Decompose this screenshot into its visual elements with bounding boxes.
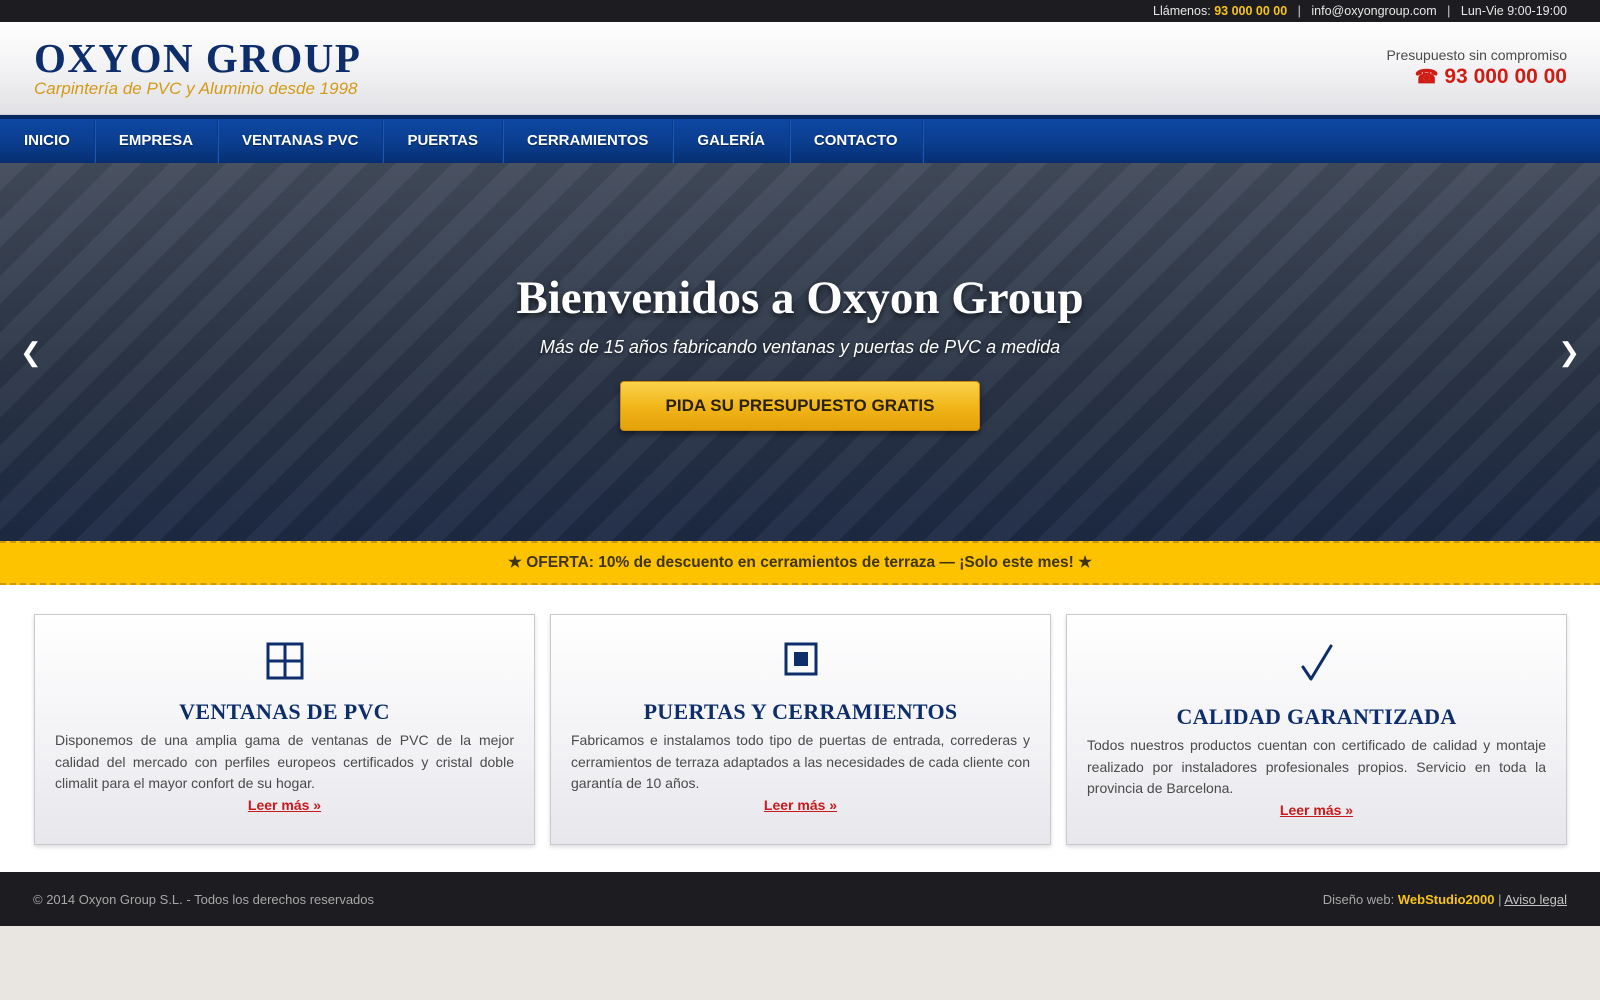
card-text: Todos nuestros productos cuentan con cer… [1087, 737, 1546, 796]
logo-title[interactable]: OXYON GROUP [34, 38, 361, 79]
feature-card-ventanas: VENTANAS DE PVC Disponemos de una amplia… [34, 614, 535, 845]
site-footer: © 2014 Oxyon Group S.L. - Todos los dere… [0, 872, 1600, 926]
top-info-content: Llámenos: 93 000 00 00 | info@oxyongroup… [1153, 4, 1567, 18]
hero-subtitle: Más de 15 años fabricando ventanas y pue… [539, 337, 1061, 357]
design-label: Diseño web: [1322, 892, 1395, 907]
read-more-link[interactable]: Leer más » [551, 797, 1050, 813]
check-icon [1067, 643, 1566, 688]
footer-separator: | [1498, 892, 1502, 907]
top-info-bar: Llámenos: 93 000 00 00 | info@oxyongroup… [0, 0, 1600, 22]
main-nav: INICIO EMPRESA VENTANAS PVC PUERTAS CERR… [0, 115, 1600, 163]
feature-card-puertas: PUERTAS Y CERRAMIENTOS Fabricamos e inst… [550, 614, 1051, 845]
hero-title: Bienvenidos a Oxyon Group [516, 272, 1084, 324]
nav-item-contacto[interactable]: CONTACTO [790, 119, 923, 163]
nav-item-empresa[interactable]: EMPRESA [95, 119, 219, 163]
logo-subtitle: Carpintería de PVC y Aluminio desde 1998 [34, 79, 358, 98]
nav-item-cerramientos[interactable]: CERRAMIENTOS [503, 119, 674, 163]
feature-card-calidad: CALIDAD GARANTIZADA Todos nuestros produ… [1066, 614, 1567, 845]
call-label: Llámenos: [1153, 4, 1211, 18]
free-quote-button[interactable]: PIDA SU PRESUPUESTO GRATIS [620, 381, 980, 431]
nav-item-galeria[interactable]: GALERÍA [673, 119, 790, 163]
card-title: VENTANAS DE PVC [179, 699, 390, 724]
separator: | [1447, 4, 1451, 18]
offer-banner: ★ OFERTA: 10% de descuento en cerramient… [0, 541, 1600, 585]
copyright: © 2014 Oxyon Group S.L. - Todos los dere… [33, 892, 375, 907]
top-email-link[interactable]: info@oxyongroup.com [1311, 4, 1436, 18]
quote-phone-number: 93 000 00 00 [1444, 65, 1567, 88]
quote-label: Presupuesto sin compromiso [1386, 47, 1567, 63]
read-more-link[interactable]: Leer más » [35, 797, 534, 813]
card-title: PUERTAS Y CERRAMIENTOS [643, 699, 958, 724]
nav-item-ventanas-pvc[interactable]: VENTANAS PVC [218, 119, 384, 163]
opening-hours: Lun-Vie 9:00-19:00 [1460, 4, 1567, 18]
site-header: OXYON GROUP Carpintería de PVC y Alumini… [0, 22, 1600, 115]
read-more-link[interactable]: Leer más » [1067, 802, 1566, 818]
footer-credits: Diseño web: WebStudio2000 | Aviso legal [1323, 892, 1567, 907]
separator: | [1297, 4, 1301, 18]
hero-slider: ❮ Bienvenidos a Oxyon Group Más de 15 añ… [0, 163, 1600, 543]
slider-next-icon[interactable]: ❯ [1558, 339, 1580, 365]
door-icon [551, 642, 1050, 681]
telephone-icon: ☎ [1414, 67, 1439, 88]
window-icon [35, 642, 534, 685]
features-section: VENTANAS DE PVC Disponemos de una amplia… [0, 585, 1600, 872]
legal-notice-link[interactable]: Aviso legal [1504, 892, 1567, 907]
top-phone-link[interactable]: 93 000 00 00 [1214, 4, 1287, 18]
design-brand-link[interactable]: WebStudio2000 [1398, 892, 1495, 907]
card-text: Fabricamos e instalamos todo tipo de pue… [571, 732, 1030, 791]
quote-phone-link[interactable]: ☎ 93 000 00 00 [1415, 65, 1567, 89]
card-title: CALIDAD GARANTIZADA [1176, 704, 1457, 729]
nav-item-inicio[interactable]: INICIO [0, 119, 95, 163]
nav-item-puertas[interactable]: PUERTAS [383, 119, 503, 163]
card-text: Disponemos de una amplia gama de ventana… [55, 732, 514, 791]
